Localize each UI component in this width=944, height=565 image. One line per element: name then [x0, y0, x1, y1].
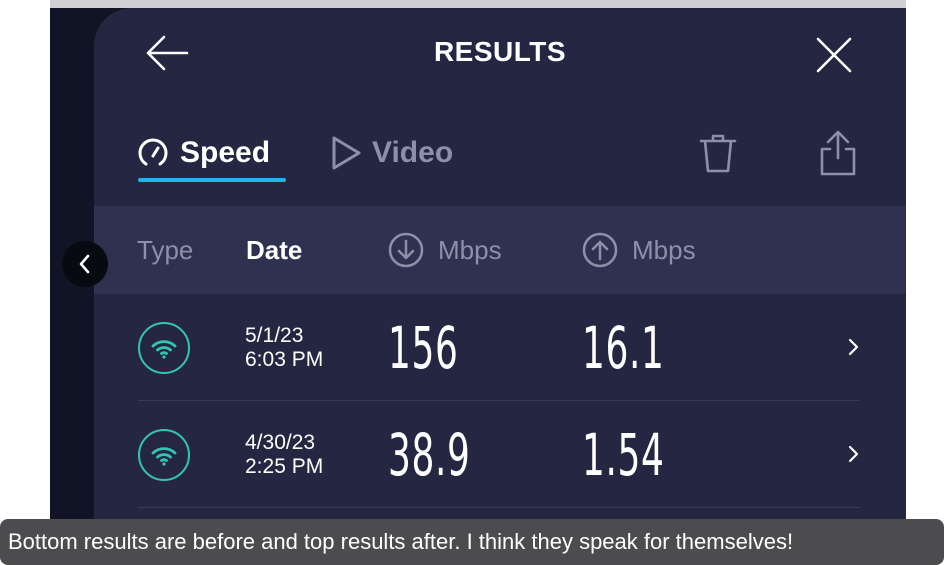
download-arrow-icon: [388, 232, 424, 268]
results-header: RESULTS: [94, 8, 906, 98]
play-icon: [332, 136, 361, 170]
result-date: 4/30/23 2:25 PM: [245, 431, 323, 479]
column-date[interactable]: Date: [246, 206, 302, 294]
tab-video[interactable]: Video: [330, 128, 453, 178]
share-icon: [820, 130, 856, 176]
result-row[interactable]: 4/30/23 2:25 PM 38.9 1.54: [94, 401, 906, 508]
results-tabs: Speed Video: [94, 128, 906, 188]
download-unit-label: Mbps: [438, 234, 502, 265]
page-title: RESULTS: [433, 36, 567, 67]
connection-type-badge: [138, 429, 190, 481]
row-divider: [138, 507, 860, 508]
active-tab-indicator: [138, 178, 286, 182]
upload-speed-value: 1.54: [582, 421, 665, 489]
share-button[interactable]: [816, 128, 860, 176]
results-table-header: Type Date Mbps Mbps: [94, 206, 906, 294]
result-date: 5/1/23 6:03 PM: [245, 324, 323, 372]
app-window: RESULTS Speed Video Type Date Mbps Mbps …: [50, 8, 906, 528]
results-panel: RESULTS Speed Video Type Date Mbps Mbps …: [94, 8, 906, 528]
result-date-day: 4/30/23: [245, 431, 316, 454]
delete-button[interactable]: [696, 131, 740, 175]
result-row[interactable]: 5/1/23 6:03 PM 156 16.1: [94, 294, 906, 401]
speedometer-icon: [138, 138, 168, 166]
chevron-right-icon: [848, 338, 859, 356]
result-date-day: 5/1/23: [245, 324, 304, 347]
upload-arrow-icon: [582, 232, 618, 268]
close-button[interactable]: [814, 35, 854, 75]
results-list: 5/1/23 6:03 PM 156 16.1 4/30/23 2:25 PM …: [94, 294, 906, 508]
result-date-time: 2:25 PM: [245, 455, 324, 478]
tab-speed-label: Speed: [180, 136, 271, 169]
caption-text: Bottom results are before and top result…: [0, 519, 944, 565]
column-upload[interactable]: Mbps: [582, 206, 696, 294]
top-divider: [50, 0, 906, 8]
side-back-button[interactable]: [62, 241, 108, 287]
column-type: Type: [137, 234, 194, 265]
tab-speed[interactable]: Speed: [136, 128, 270, 178]
chevron-right-icon: [848, 445, 859, 463]
chevron-left-icon: [79, 254, 90, 274]
upload-unit-label: Mbps: [632, 234, 696, 265]
connection-type-badge: [138, 322, 190, 374]
trash-icon: [699, 134, 737, 173]
result-date-time: 6:03 PM: [245, 348, 324, 371]
wifi-icon: [151, 340, 177, 359]
download-speed-value: 38.9: [388, 421, 471, 489]
wifi-icon: [151, 447, 177, 466]
upload-speed-value: 16.1: [582, 314, 665, 382]
download-speed-value: 156: [388, 314, 459, 382]
tab-video-label: Video: [372, 136, 454, 169]
column-download[interactable]: Mbps: [388, 206, 502, 294]
close-icon: [816, 37, 852, 73]
